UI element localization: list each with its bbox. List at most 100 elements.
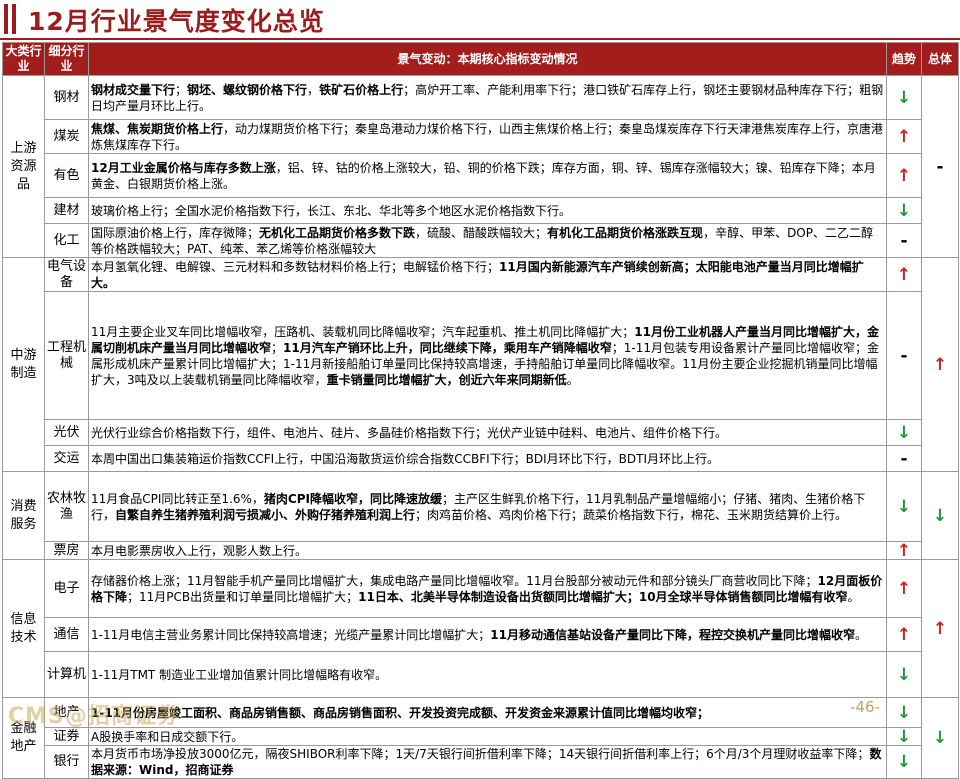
table-row: 通信 1-11月电信主营业务累计同比保持较高增速；光缆产量累计同比增幅扩大；11月…: [3, 617, 959, 652]
highlight-text: 有机化工品期货价格涨跌互现: [547, 225, 704, 240]
brand-logo: CMS@招商证券: [8, 704, 180, 729]
table-row: 建材 玻璃价格上行；全国水泥价格指数下行，长江、东北、华北等多个地区水泥价格指数下…: [3, 197, 959, 224]
minor-industry-cell: 银行: [44, 745, 89, 779]
trend-arrow-icon: -: [886, 291, 922, 420]
trend-arrow-icon: -: [886, 223, 922, 258]
trend-arrow-icon: ↑: [886, 119, 922, 154]
trend-arrow-icon: ↓: [886, 727, 922, 746]
table-row: 化工 国际原油价格上行，库存微降；无机化工品期货价格多数下跌，硫酸、醋酸跌幅较大；…: [3, 223, 959, 258]
desc-text: ；: [175, 82, 188, 97]
header-major-industry: 大类行业: [2, 42, 45, 76]
table-header-row: 大类行业 细分行业 景气变动：本期核心指标变动情况 趋势 总体: [2, 42, 959, 76]
description-cell: 焦煤、焦炭期货价格上行，动力煤期货价格下行；秦皇岛港动力煤价格下行，山西主焦煤价…: [88, 119, 887, 154]
total-trend-icon: ↓: [921, 471, 959, 560]
trend-arrow-icon: ↑: [886, 617, 922, 652]
highlight-text: 无机化工品期货价格多数下跌: [259, 225, 416, 240]
description-cell: 本月氢氧化锂、电解镍、三元材料和多数钴材料价格上行；电解锰价格下行；11月国内新…: [88, 257, 887, 292]
desc-text: 光伏行业综合价格指数下行，组件、电池片、硅片、多晶硅价格指数下行；光伏产业链中硅…: [91, 425, 728, 440]
highlight-text: 焦煤、焦炭期货价格上行: [91, 121, 224, 136]
minor-industry-cell: 电气设备: [44, 257, 89, 292]
desc-text: 。: [854, 627, 867, 642]
major-industry-cell: 上游资源品: [2, 75, 45, 258]
minor-industry-cell: 光伏: [44, 419, 89, 446]
page-number: -46-: [850, 698, 880, 716]
table-row: 交运 本周中国出口集装箱运价指数CCFI上行，中国沿海散货运价综合指数CCBFI下…: [3, 445, 959, 472]
minor-industry-cell: 煤炭: [44, 119, 89, 154]
description-cell: 钢材成交量下行；钢坯、螺纹钢价格下行，铁矿石价格上行；高炉开工率、产能利用率下行…: [88, 75, 887, 120]
table-row: 中游制造 电气设备 本月氢氧化锂、电解镍、三元材料和多数钴材料价格上行；电解锰价格下…: [2, 257, 959, 472]
description-cell: 本周中国出口集装箱运价指数CCFI上行，中国沿海散货运价综合指数CCBFI下行；…: [88, 445, 887, 472]
table-row: 上游资源品 钢材 钢材成交量下行；钢坯、螺纹钢价格下行，铁矿石价格上行；高炉开工率、…: [2, 75, 959, 258]
title-accent-bar: [0, 4, 20, 34]
trend-arrow-icon: ↑: [886, 257, 922, 292]
header-total: 总体: [921, 42, 959, 76]
table-row: 证券 A股换手率和日成交额下行。 ↓: [3, 727, 959, 746]
trend-arrow-icon: -: [886, 445, 922, 472]
desc-text: 本月氢氧化锂、电解镍、三元材料和多数钴材料价格上行；电解锰价格下行；: [91, 259, 500, 274]
highlight-text: 11日本、北美半导体制造设备出货额同比增幅扩大；10月全球半导体销售额同比增幅有…: [358, 589, 848, 604]
trend-arrow-icon: ↑: [886, 559, 922, 618]
table-row: 有色 12月工业金属价格与库存多数上涨，铝、锌、钴的价格上涨较大，铅、铜的价格下跌…: [3, 153, 959, 198]
desc-text: ；肉鸡苗价格、鸡肉价格下行；蔬菜价格指数下行，棉花、玉米期货结算价上行。: [415, 507, 848, 522]
trend-arrow-icon: ↓: [886, 419, 922, 446]
description-cell: 1-11月TMT 制造业工业增加值累计同比增幅略有收窄。: [88, 651, 887, 698]
trend-arrow-icon: ↓: [886, 745, 922, 779]
highlight-text: 钢材成交量下行: [91, 82, 176, 97]
table-row: 票房 本月电影票房收入上行，观影人数上行。 ↑: [3, 541, 959, 560]
trend-arrow-icon: ↓: [886, 197, 922, 224]
page-footer: CMS@招商证券 -46-: [8, 696, 958, 729]
total-trend-icon: ↑: [921, 559, 959, 698]
minor-industry-cell: 交运: [44, 445, 89, 472]
table-row: 光伏 光伏行业综合价格指数下行，组件、电池片、硅片、多晶硅价格指数下行；光伏产业链…: [3, 419, 959, 446]
table-row: 银行 本月货币市场净投放3000亿元，隔夜SHIBOR利率下降；1天/7天银行间折…: [3, 745, 959, 779]
table-body: 上游资源品 钢材 钢材成交量下行；钢坯、螺纹钢价格下行，铁矿石价格上行；高炉开工率、…: [2, 75, 959, 779]
minor-industry-cell: 通信: [44, 617, 89, 652]
total-trend-icon: -: [921, 75, 959, 258]
table-row: 消费服务 农林牧渔 11月食品CPI同比转正至1.6%，猪肉CPI降幅收窄，同比降速…: [2, 471, 959, 560]
minor-industry-cell: 农林牧渔: [44, 471, 89, 542]
desc-text: ，硫酸、醋酸跌幅较大；: [415, 225, 548, 240]
header-description: 景气变动：本期核心指标变动情况: [88, 42, 887, 76]
desc-text: 11月主要企业叉车同比增幅收窄，压路机、装载机同比降幅收窄；汽车起重机、推土机同…: [91, 324, 635, 339]
desc-text: ；: [271, 340, 284, 355]
total-trend-icon: ↑: [921, 257, 959, 472]
description-cell: A股换手率和日成交额下行。: [88, 727, 887, 746]
title-divider: [0, 38, 960, 40]
desc-text: ，: [307, 82, 320, 97]
desc-text: 本月货币市场净投放3000亿元，隔夜SHIBOR利率下降；1天/7天银行间折借利…: [91, 747, 870, 761]
description-cell: 11月主要企业叉车同比增幅收窄，压路机、装载机同比降幅收窄；汽车起重机、推土机同…: [88, 291, 887, 420]
description-cell: 国际原油价格上行，库存微降；无机化工品期货价格多数下跌，硫酸、醋酸跌幅较大；有机…: [88, 223, 887, 258]
major-industry-cell: 中游制造: [2, 257, 45, 472]
header-trend: 趋势: [886, 42, 922, 76]
desc-text: 。: [847, 589, 860, 604]
desc-text: 。: [566, 372, 579, 387]
highlight-text: 11月汽车产销环比上升，同比继续下降，乘用车产销降幅收窄: [283, 340, 612, 355]
trend-arrow-icon: ↑: [886, 153, 922, 198]
desc-text: 存储器价格上涨；11月智能手机产量同比增幅扩大，集成电路产量同比增幅收窄。11月…: [91, 573, 818, 588]
minor-industry-cell: 建材: [44, 197, 89, 224]
description-cell: 本月电影票房收入上行，观影人数上行。: [88, 541, 887, 560]
desc-text: 国际原油价格上行，库存微降；: [91, 225, 260, 240]
desc-text: A股换手率和日成交额下行。: [91, 729, 244, 744]
desc-text: ；11月PCB出货量和订单量同比增幅扩大；: [127, 589, 359, 604]
description-cell: 本月货币市场净投放3000亿元，隔夜SHIBOR利率下降；1天/7天银行间折借利…: [88, 745, 887, 779]
trend-arrow-icon: ↓: [886, 651, 922, 698]
description-cell: 1-11月电信主营业务累计同比保持较高增速；光缆产量累计同比增幅扩大；11月移动…: [88, 617, 887, 652]
desc-text: 11月食品CPI同比转正至1.6%，: [91, 491, 264, 506]
table-row: 信息技术 电子 存储器价格上涨；11月智能手机产量同比增幅扩大，集成电路产量同比增幅…: [2, 559, 959, 698]
desc-text: 本周中国出口集装箱运价指数CCFI上行，中国沿海散货运价综合指数CCBFI下行；…: [91, 451, 719, 466]
minor-industry-cell: 有色: [44, 153, 89, 198]
page-title: 12月行业景气度变化总览: [28, 7, 325, 36]
desc-text: 玻璃价格上行；全国水泥价格指数下行，长江、东北、华北等多个地区水泥价格指数下行。: [91, 203, 572, 218]
minor-industry-cell: 化工: [44, 223, 89, 258]
highlight-text: 猪肉CPI降幅收窄，同比降速放缓: [263, 491, 442, 506]
industry-overview-table: 大类行业 细分行业 景气变动：本期核心指标变动情况 趋势 总体 上游资源品 钢材钢…: [2, 42, 959, 779]
header-minor-industry: 细分行业: [44, 42, 89, 76]
description-cell: 玻璃价格上行；全国水泥价格指数下行，长江、东北、华北等多个地区水泥价格指数下行。: [88, 197, 887, 224]
highlight-text: 钢坯、螺纹钢价格下行: [187, 82, 308, 97]
highlight-text: 重卡销量同比增幅扩大，创近六年来同期新低: [326, 372, 567, 387]
minor-industry-cell: 证券: [44, 727, 89, 746]
highlight-text: 自繁自养生猪养殖利润亏损减小、外购仔猪养殖利润上行: [115, 507, 416, 522]
description-cell: 12月工业金属价格与库存多数上涨，铝、锌、钴的价格上涨较大，铅、铜的价格下跌；库…: [88, 153, 887, 198]
minor-industry-cell: 电子: [44, 559, 89, 618]
